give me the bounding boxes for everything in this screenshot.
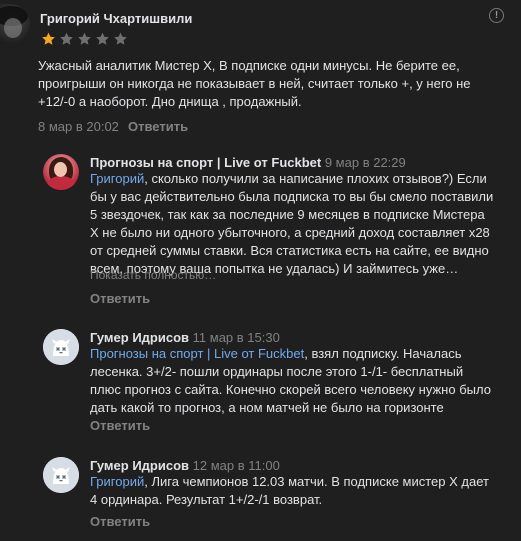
comment-text-line: 4 ординара. Результат 1+/2-/1 возврат. — [90, 492, 323, 507]
commenter-avatar[interactable] — [43, 329, 79, 365]
star-icon — [42, 32, 55, 45]
show-more-link[interactable]: Показать полностью… — [90, 268, 216, 282]
comment-text-line: бы у вас действительно была подписка то … — [90, 189, 494, 204]
comment-text-line: , Лига чемпионов 12.03 матчи. В подписке… — [144, 474, 489, 489]
comment-text-line: дать какой то прогноз, а ном матчей не б… — [90, 400, 444, 415]
comment-date[interactable]: 11 мар в 15:30 — [193, 330, 280, 345]
vk-default-avatar-icon — [43, 329, 79, 365]
review-text-line: +12/-0 а наоборот. Дно днища , продажный… — [38, 94, 302, 109]
review-date[interactable]: 8 мар в 20:02 — [38, 119, 119, 134]
comment-text-line: от средней суммы ставки. Вся статистика … — [90, 243, 489, 258]
star-icon — [60, 32, 73, 45]
commenter-name[interactable]: Гумер Идрисов — [90, 458, 189, 473]
comment-text-line: , сколько получили за написание плохих о… — [144, 171, 487, 186]
star-icon — [96, 32, 109, 45]
comment-header: Гумер Идрисов 12 мар в 11:00 — [90, 458, 280, 473]
mention-link[interactable]: Григорий — [90, 171, 144, 186]
comment-text-line: , взял подписку. Началась — [304, 346, 462, 361]
info-icon[interactable]: ! — [489, 8, 504, 23]
reviewer-avatar[interactable] — [0, 4, 30, 44]
comment-text: Григорий, Лига чемпионов 12.03 матчи. В … — [90, 473, 520, 509]
star-icon — [114, 32, 127, 45]
comment-reply-button[interactable]: Ответить — [90, 418, 150, 433]
comment-text-line: 5 звездочек, так как за последние 9 меся… — [90, 207, 485, 222]
review-text-line: проигрыши он никогда не показывает в ней… — [38, 76, 471, 91]
vk-default-avatar-icon — [43, 457, 79, 493]
comment-reply-button[interactable]: Ответить — [90, 291, 150, 306]
reviewer-name[interactable]: Григорий Чхартишвили — [40, 11, 192, 26]
comment-text-line: плюс прогноз с сайта. Конечно скорей все… — [90, 382, 491, 397]
commenter-avatar[interactable] — [43, 457, 79, 493]
comment-text-line: Х не было ни одного убыточного, а средни… — [90, 225, 490, 240]
commenter-name[interactable]: Прогнозы на спорт | Live от Fuckbet — [90, 155, 321, 170]
comment-date[interactable]: 9 мар в 22:29 — [325, 155, 406, 170]
star-icon — [78, 32, 91, 45]
commenter-name[interactable]: Гумер Идрисов — [90, 330, 189, 345]
comment-date[interactable]: 12 мар в 11:00 — [193, 458, 280, 473]
review-text-line: Ужасный аналитик Мистер Х, В подписке од… — [38, 58, 460, 73]
comment-header: Гумер Идрисов 11 мар в 15:30 — [90, 330, 280, 345]
review-reply-button[interactable]: Ответить — [128, 119, 188, 134]
comment-text-line: лесенка. 3+/2- пошли ординары после этог… — [90, 364, 464, 379]
comment-text: Прогнозы на спорт | Live от Fuckbet, взя… — [90, 345, 520, 417]
comment-header: Прогнозы на спорт | Live от Fuckbet 9 ма… — [90, 155, 406, 170]
mention-link[interactable]: Григорий — [90, 474, 144, 489]
comment-reply-button[interactable]: Ответить — [90, 514, 150, 529]
commenter-avatar[interactable] — [43, 154, 79, 190]
rating-stars — [40, 31, 129, 47]
comment-text: Григорий, сколько получили за написание … — [90, 170, 520, 278]
review-text: Ужасный аналитик Мистер Х, В подписке од… — [38, 57, 518, 111]
mention-link[interactable]: Прогнозы на спорт | Live от Fuckbet — [90, 346, 304, 361]
